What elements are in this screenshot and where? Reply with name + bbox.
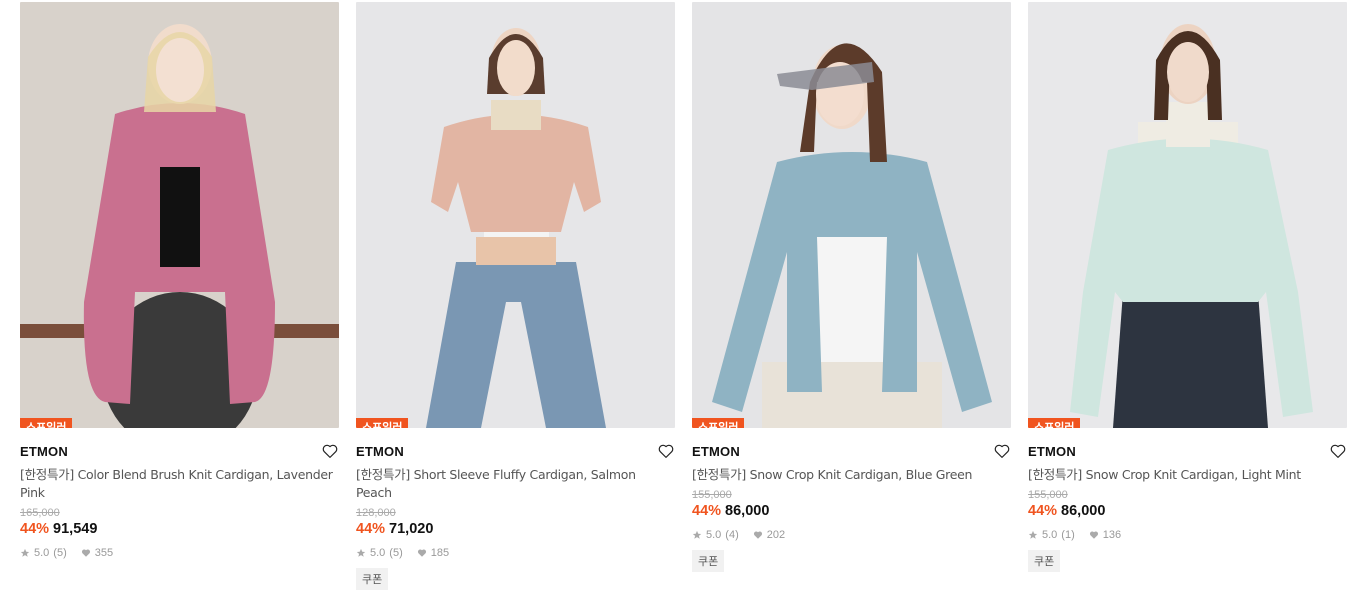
like-heart-icon <box>81 549 90 557</box>
review-count: (4) <box>725 529 739 541</box>
like-heart-icon <box>753 531 762 539</box>
sale-price: 86,000 <box>1061 503 1106 519</box>
product-card[interactable]: 스포일러 ETMON [한정특가] Snow Crop Knit Cardiga… <box>692 2 1011 590</box>
original-price: 128,000 <box>356 507 396 519</box>
sale-price: 86,000 <box>725 503 770 519</box>
review-meta: 5.0 (1) 136 <box>1028 529 1347 541</box>
product-image[interactable]: 스포일러 <box>20 2 339 428</box>
like-count: 185 <box>430 547 450 559</box>
discount-rate: 44% <box>356 521 386 537</box>
product-grid: 스포일러 ETMON [한정특가] Color Blend Brush Knit… <box>20 2 1347 590</box>
product-card[interactable]: 스포일러 ETMON [한정특가] Snow Crop Knit Cardiga… <box>1028 2 1347 590</box>
product-card[interactable]: 스포일러 ETMON [한정특가] Short Sleeve Fluffy Ca… <box>356 2 675 590</box>
rating: 5.0 <box>370 547 386 559</box>
star-icon <box>356 548 366 557</box>
heart-icon[interactable] <box>657 442 675 460</box>
product-name[interactable]: [한정특가] Color Blend Brush Knit Cardigan, … <box>20 466 339 502</box>
rating: 5.0 <box>1042 529 1058 541</box>
original-price: 155,000 <box>1028 489 1068 501</box>
price-row: 44% 86,000 <box>692 503 1011 519</box>
product-image[interactable]: 스포일러 <box>356 2 675 428</box>
original-price: 155,000 <box>692 489 732 501</box>
star-icon <box>692 530 702 539</box>
review-meta: 5.0 (5) 185 <box>356 547 675 559</box>
product-image[interactable]: 스포일러 <box>692 2 1011 428</box>
spoiler-badge: 스포일러 <box>20 418 73 428</box>
sale-price: 91,549 <box>53 521 98 537</box>
coupon-badge: 쿠폰 <box>356 568 389 590</box>
heart-icon[interactable] <box>1329 442 1347 460</box>
like-count: 355 <box>94 547 114 559</box>
heart-icon[interactable] <box>993 442 1011 460</box>
discount-rate: 44% <box>20 521 50 537</box>
spoiler-badge: 스포일러 <box>1028 418 1081 428</box>
review-count: (1) <box>1061 529 1075 541</box>
spoiler-badge: 스포일러 <box>692 418 745 428</box>
sale-price: 71,020 <box>389 521 434 537</box>
rating: 5.0 <box>34 547 50 559</box>
brand-name[interactable]: ETMON <box>20 444 68 459</box>
product-name[interactable]: [한정특가] Snow Crop Knit Cardigan, Blue Gre… <box>692 466 1011 484</box>
price-row: 44% 86,000 <box>1028 503 1347 519</box>
product-image[interactable]: 스포일러 <box>1028 2 1347 428</box>
like-count: 136 <box>1102 529 1122 541</box>
product-name[interactable]: [한정특가] Short Sleeve Fluffy Cardigan, Sal… <box>356 466 675 502</box>
brand-name[interactable]: ETMON <box>1028 444 1076 459</box>
product-card[interactable]: 스포일러 ETMON [한정특가] Color Blend Brush Knit… <box>20 2 339 590</box>
review-count: (5) <box>389 547 403 559</box>
like-heart-icon <box>417 549 426 557</box>
original-price: 165,000 <box>20 507 60 519</box>
like-heart-icon <box>1089 531 1098 539</box>
heart-icon[interactable] <box>321 442 339 460</box>
brand-name[interactable]: ETMON <box>356 444 404 459</box>
review-meta: 5.0 (4) 202 <box>692 529 1011 541</box>
like-count: 202 <box>766 529 786 541</box>
product-name[interactable]: [한정특가] Snow Crop Knit Cardigan, Light Mi… <box>1028 466 1347 484</box>
star-icon <box>20 548 30 557</box>
coupon-badge: 쿠폰 <box>1028 550 1061 572</box>
brand-name[interactable]: ETMON <box>692 444 740 459</box>
review-meta: 5.0 (5) 355 <box>20 547 339 559</box>
spoiler-badge: 스포일러 <box>356 418 409 428</box>
price-row: 44% 91,549 <box>20 521 339 537</box>
price-row: 44% 71,020 <box>356 521 675 537</box>
coupon-badge: 쿠폰 <box>692 550 725 572</box>
star-icon <box>1028 530 1038 539</box>
discount-rate: 44% <box>692 503 722 519</box>
review-count: (5) <box>53 547 67 559</box>
discount-rate: 44% <box>1028 503 1058 519</box>
rating: 5.0 <box>706 529 722 541</box>
